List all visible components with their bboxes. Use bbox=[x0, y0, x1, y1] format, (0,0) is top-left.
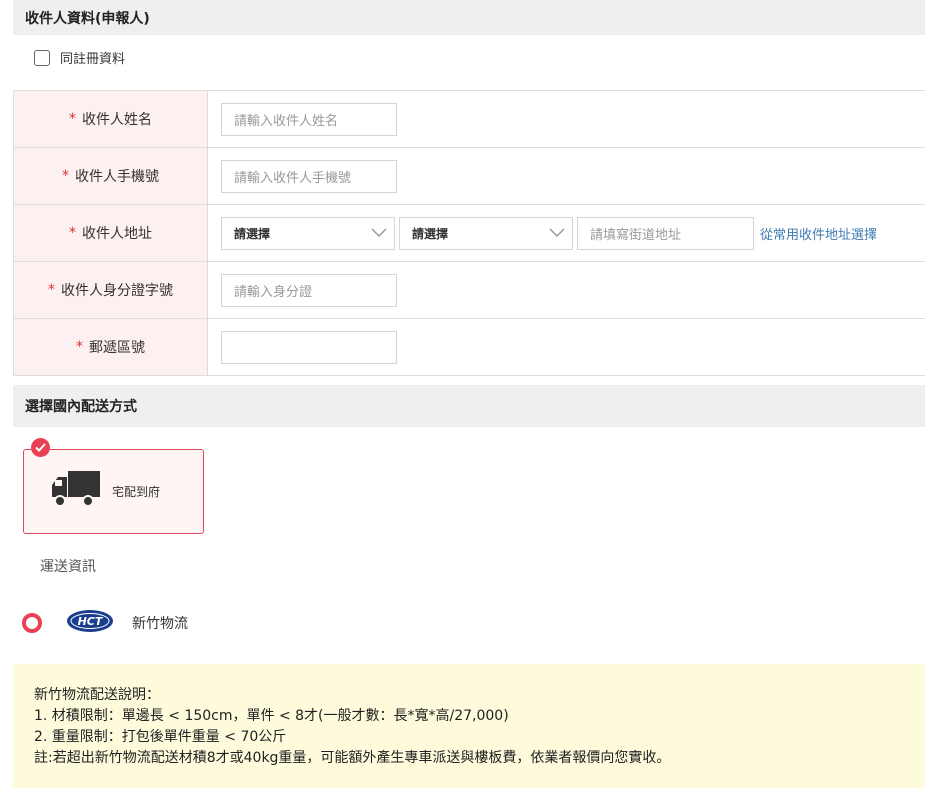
id-label-text: 收件人身分證字號 bbox=[61, 283, 173, 299]
field-label-address: * 收件人地址 bbox=[13, 205, 208, 261]
delivery-notice: 新竹物流配送說明： 1. 材積限制：單邊長 < 150cm，單件 < 8才(一般… bbox=[13, 664, 925, 788]
required-mark: * bbox=[62, 168, 69, 184]
carrier-radio[interactable] bbox=[22, 613, 42, 633]
form-row-postal: * 郵遞區號 bbox=[13, 319, 925, 376]
required-mark: * bbox=[69, 111, 76, 127]
notice-line: 新竹物流配送說明： bbox=[34, 687, 160, 703]
shipping-info-label: 運送資訊 bbox=[40, 559, 96, 575]
field-label-phone: * 收件人手機號 bbox=[13, 148, 208, 204]
street-address-input[interactable]: 請填寫街道地址 bbox=[577, 216, 754, 250]
common-address-link[interactable]: 從常用收件地址選擇 bbox=[760, 224, 877, 243]
recipient-form: * 收件人姓名 請輸入收件人姓名 * 收件人手機號 請輸入收件人手機號 * 收件… bbox=[13, 90, 925, 376]
delivery-section-title: 選擇國內配送方式 bbox=[25, 399, 137, 415]
notice-line: 1. 材積限制：單邊長 < 150cm，單件 < 8才(一般才數：長*寬*高/2… bbox=[34, 708, 509, 724]
postal-label-text: 郵遞區號 bbox=[89, 340, 145, 356]
field-label-name: * 收件人姓名 bbox=[13, 91, 208, 147]
field-label-postal: * 郵遞區號 bbox=[13, 319, 208, 375]
district-select-value: 請選擇 bbox=[412, 226, 449, 241]
address-label-text: 收件人地址 bbox=[82, 226, 152, 242]
recipient-section-title: 收件人資料(申報人) bbox=[25, 10, 150, 27]
required-mark: * bbox=[48, 282, 55, 298]
selected-check-icon bbox=[31, 438, 50, 457]
delivery-section-header: 選擇國內配送方式 bbox=[13, 385, 925, 427]
id-number-input[interactable]: 請輸入身分證 bbox=[221, 273, 397, 307]
phone-label-text: 收件人手機號 bbox=[75, 169, 159, 185]
required-mark: * bbox=[76, 339, 83, 355]
required-mark: * bbox=[69, 225, 76, 241]
notice-line: 註:若超出新竹物流配送材積8才或40kg重量，可能額外產生專車派送與樓板費，依業… bbox=[34, 750, 671, 766]
recipient-name-input[interactable]: 請輸入收件人姓名 bbox=[221, 102, 397, 136]
recipient-section-header: 收件人資料(申報人) bbox=[13, 0, 925, 35]
carrier-name: 新竹物流 bbox=[132, 616, 188, 632]
field-label-id: * 收件人身分證字號 bbox=[13, 262, 208, 318]
same-as-registered-option[interactable]: 同註冊資料 bbox=[34, 48, 125, 67]
truck-icon bbox=[50, 469, 102, 514]
form-row-name: * 收件人姓名 請輸入收件人姓名 bbox=[13, 91, 925, 148]
city-select[interactable]: 請選擇 bbox=[221, 216, 395, 250]
chevron-down-icon bbox=[548, 224, 566, 242]
name-label-text: 收件人姓名 bbox=[82, 112, 152, 128]
notice-line: 2. 重量限制：打包後單件重量 < 70公斤 bbox=[34, 729, 287, 745]
hct-logo-icon: HCT bbox=[66, 609, 114, 637]
form-row-address: * 收件人地址 請選擇 請選擇 請填寫街道地址 從常用收件地址選擇 bbox=[13, 205, 925, 262]
form-row-phone: * 收件人手機號 請輸入收件人手機號 bbox=[13, 148, 925, 205]
city-select-value: 請選擇 bbox=[234, 226, 271, 241]
same-as-registered-checkbox[interactable] bbox=[34, 49, 50, 66]
district-select[interactable]: 請選擇 bbox=[399, 216, 573, 250]
postal-code-input[interactable] bbox=[221, 330, 397, 364]
carrier-option-hct[interactable]: HCT 新竹物流 bbox=[22, 609, 188, 637]
recipient-phone-input[interactable]: 請輸入收件人手機號 bbox=[221, 159, 397, 193]
home-delivery-option[interactable]: 宅配到府 bbox=[23, 449, 204, 534]
chevron-down-icon bbox=[370, 224, 388, 242]
home-delivery-label: 宅配到府 bbox=[112, 485, 161, 499]
svg-text:HCT: HCT bbox=[78, 615, 104, 628]
same-as-registered-label: 同註冊資料 bbox=[60, 52, 126, 67]
form-row-id: * 收件人身分證字號 請輸入身分證 bbox=[13, 262, 925, 319]
